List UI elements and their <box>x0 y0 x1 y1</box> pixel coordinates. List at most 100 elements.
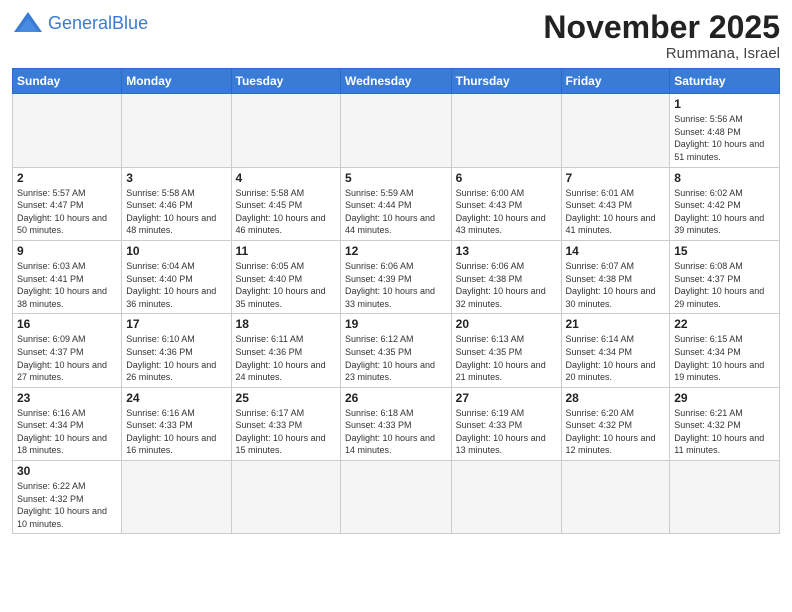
calendar-cell: 5 Sunrise: 5:59 AM Sunset: 4:44 PM Daylig… <box>341 167 452 240</box>
calendar-cell: 28 Sunrise: 6:20 AM Sunset: 4:32 PM Dayli… <box>561 387 670 460</box>
day-number: 24 <box>126 391 226 405</box>
page: GeneralBlue November 2025 Rummana, Israe… <box>0 0 792 612</box>
calendar-cell <box>670 461 780 534</box>
calendar-cell: 20Sunrise: 6:13 AM Sunset: 4:35 PM Dayli… <box>451 314 561 387</box>
day-info: Sunrise: 6:18 AM Sunset: 4:33 PM Dayligh… <box>345 407 447 457</box>
day-number: 17 <box>126 317 226 331</box>
calendar-cell: 10 Sunrise: 6:04 AM Sunset: 4:40 PM Dayli… <box>122 240 231 313</box>
day-info: Sunrise: 6:05 AM Sunset: 4:40 PM Dayligh… <box>236 260 336 310</box>
calendar-week-row: 23Sunrise: 6:16 AM Sunset: 4:34 PM Dayli… <box>13 387 780 460</box>
calendar-header-saturday: Saturday <box>670 69 780 94</box>
calendar-cell: 22 Sunrise: 6:15 AM Sunset: 4:34 PM Dayli… <box>670 314 780 387</box>
day-number: 18 <box>236 317 336 331</box>
day-number: 11 <box>236 244 336 258</box>
header: GeneralBlue November 2025 Rummana, Israe… <box>12 10 780 62</box>
calendar-header-row: SundayMondayTuesdayWednesdayThursdayFrid… <box>13 69 780 94</box>
day-number: 9 <box>17 244 117 258</box>
day-number: 28 <box>566 391 666 405</box>
day-number: 8 <box>674 171 775 185</box>
calendar-cell: 11 Sunrise: 6:05 AM Sunset: 4:40 PM Dayli… <box>231 240 340 313</box>
calendar-cell <box>231 461 340 534</box>
day-number: 12 <box>345 244 447 258</box>
calendar-cell <box>341 94 452 167</box>
calendar-header-friday: Friday <box>561 69 670 94</box>
calendar-header-thursday: Thursday <box>451 69 561 94</box>
day-info: Sunrise: 6:01 AM Sunset: 4:43 PM Dayligh… <box>566 187 666 237</box>
calendar-cell: 24Sunrise: 6:16 AM Sunset: 4:33 PM Dayli… <box>122 387 231 460</box>
calendar-cell <box>122 94 231 167</box>
calendar: SundayMondayTuesdayWednesdayThursdayFrid… <box>12 68 780 534</box>
day-info: Sunrise: 6:14 AM Sunset: 4:34 PM Dayligh… <box>566 333 666 383</box>
logo-general: General <box>48 13 112 33</box>
day-number: 29 <box>674 391 775 405</box>
location: Rummana, Israel <box>543 45 780 62</box>
calendar-cell: 6 Sunrise: 6:00 AM Sunset: 4:43 PM Daylig… <box>451 167 561 240</box>
calendar-cell: 30Sunrise: 6:22 AM Sunset: 4:32 PM Dayli… <box>13 461 122 534</box>
calendar-week-row: 16Sunrise: 6:09 AM Sunset: 4:37 PM Dayli… <box>13 314 780 387</box>
calendar-cell: 25Sunrise: 6:17 AM Sunset: 4:33 PM Dayli… <box>231 387 340 460</box>
logo: GeneralBlue <box>12 10 148 38</box>
day-info: Sunrise: 6:12 AM Sunset: 4:35 PM Dayligh… <box>345 333 447 383</box>
calendar-cell <box>561 94 670 167</box>
calendar-week-row: 2 Sunrise: 5:57 AM Sunset: 4:47 PM Daylig… <box>13 167 780 240</box>
day-number: 26 <box>345 391 447 405</box>
day-info: Sunrise: 6:11 AM Sunset: 4:36 PM Dayligh… <box>236 333 336 383</box>
day-number: 10 <box>126 244 226 258</box>
calendar-cell: 21 Sunrise: 6:14 AM Sunset: 4:34 PM Dayli… <box>561 314 670 387</box>
calendar-cell: 4 Sunrise: 5:58 AM Sunset: 4:45 PM Daylig… <box>231 167 340 240</box>
calendar-cell: 19 Sunrise: 6:12 AM Sunset: 4:35 PM Dayli… <box>341 314 452 387</box>
calendar-cell <box>451 461 561 534</box>
calendar-cell: 27 Sunrise: 6:19 AM Sunset: 4:33 PM Dayli… <box>451 387 561 460</box>
day-number: 27 <box>456 391 557 405</box>
day-number: 19 <box>345 317 447 331</box>
calendar-cell <box>122 461 231 534</box>
title-block: November 2025 Rummana, Israel <box>543 10 780 62</box>
calendar-cell: 1Sunrise: 5:56 AM Sunset: 4:48 PM Daylig… <box>670 94 780 167</box>
day-info: Sunrise: 5:57 AM Sunset: 4:47 PM Dayligh… <box>17 187 117 237</box>
calendar-cell: 9 Sunrise: 6:03 AM Sunset: 4:41 PM Daylig… <box>13 240 122 313</box>
day-info: Sunrise: 6:00 AM Sunset: 4:43 PM Dayligh… <box>456 187 557 237</box>
calendar-cell: 17 Sunrise: 6:10 AM Sunset: 4:36 PM Dayli… <box>122 314 231 387</box>
calendar-cell: 29Sunrise: 6:21 AM Sunset: 4:32 PM Dayli… <box>670 387 780 460</box>
day-number: 22 <box>674 317 775 331</box>
day-info: Sunrise: 6:06 AM Sunset: 4:39 PM Dayligh… <box>345 260 447 310</box>
day-number: 1 <box>674 97 775 111</box>
calendar-cell: 23Sunrise: 6:16 AM Sunset: 4:34 PM Dayli… <box>13 387 122 460</box>
calendar-cell: 12 Sunrise: 6:06 AM Sunset: 4:39 PM Dayli… <box>341 240 452 313</box>
calendar-cell: 8Sunrise: 6:02 AM Sunset: 4:42 PM Daylig… <box>670 167 780 240</box>
day-info: Sunrise: 6:20 AM Sunset: 4:32 PM Dayligh… <box>566 407 666 457</box>
calendar-week-row: 1Sunrise: 5:56 AM Sunset: 4:48 PM Daylig… <box>13 94 780 167</box>
day-number: 5 <box>345 171 447 185</box>
day-number: 21 <box>566 317 666 331</box>
day-info: Sunrise: 5:58 AM Sunset: 4:46 PM Dayligh… <box>126 187 226 237</box>
day-number: 2 <box>17 171 117 185</box>
day-number: 6 <box>456 171 557 185</box>
logo-text: GeneralBlue <box>48 14 148 34</box>
calendar-cell: 2 Sunrise: 5:57 AM Sunset: 4:47 PM Daylig… <box>13 167 122 240</box>
logo-icon <box>12 10 44 38</box>
day-info: Sunrise: 6:06 AM Sunset: 4:38 PM Dayligh… <box>456 260 557 310</box>
calendar-week-row: 30Sunrise: 6:22 AM Sunset: 4:32 PM Dayli… <box>13 461 780 534</box>
day-info: Sunrise: 6:10 AM Sunset: 4:36 PM Dayligh… <box>126 333 226 383</box>
day-number: 4 <box>236 171 336 185</box>
day-info: Sunrise: 6:04 AM Sunset: 4:40 PM Dayligh… <box>126 260 226 310</box>
calendar-cell: 14Sunrise: 6:07 AM Sunset: 4:38 PM Dayli… <box>561 240 670 313</box>
day-number: 3 <box>126 171 226 185</box>
calendar-header-monday: Monday <box>122 69 231 94</box>
day-info: Sunrise: 6:15 AM Sunset: 4:34 PM Dayligh… <box>674 333 775 383</box>
day-info: Sunrise: 6:03 AM Sunset: 4:41 PM Dayligh… <box>17 260 117 310</box>
day-info: Sunrise: 6:19 AM Sunset: 4:33 PM Dayligh… <box>456 407 557 457</box>
calendar-cell <box>561 461 670 534</box>
day-number: 14 <box>566 244 666 258</box>
day-number: 16 <box>17 317 117 331</box>
day-info: Sunrise: 5:59 AM Sunset: 4:44 PM Dayligh… <box>345 187 447 237</box>
calendar-header-tuesday: Tuesday <box>231 69 340 94</box>
calendar-header-wednesday: Wednesday <box>341 69 452 94</box>
calendar-cell <box>341 461 452 534</box>
logo-blue: Blue <box>112 13 148 33</box>
day-number: 30 <box>17 464 117 478</box>
day-info: Sunrise: 5:58 AM Sunset: 4:45 PM Dayligh… <box>236 187 336 237</box>
day-info: Sunrise: 6:08 AM Sunset: 4:37 PM Dayligh… <box>674 260 775 310</box>
day-info: Sunrise: 6:13 AM Sunset: 4:35 PM Dayligh… <box>456 333 557 383</box>
day-number: 7 <box>566 171 666 185</box>
